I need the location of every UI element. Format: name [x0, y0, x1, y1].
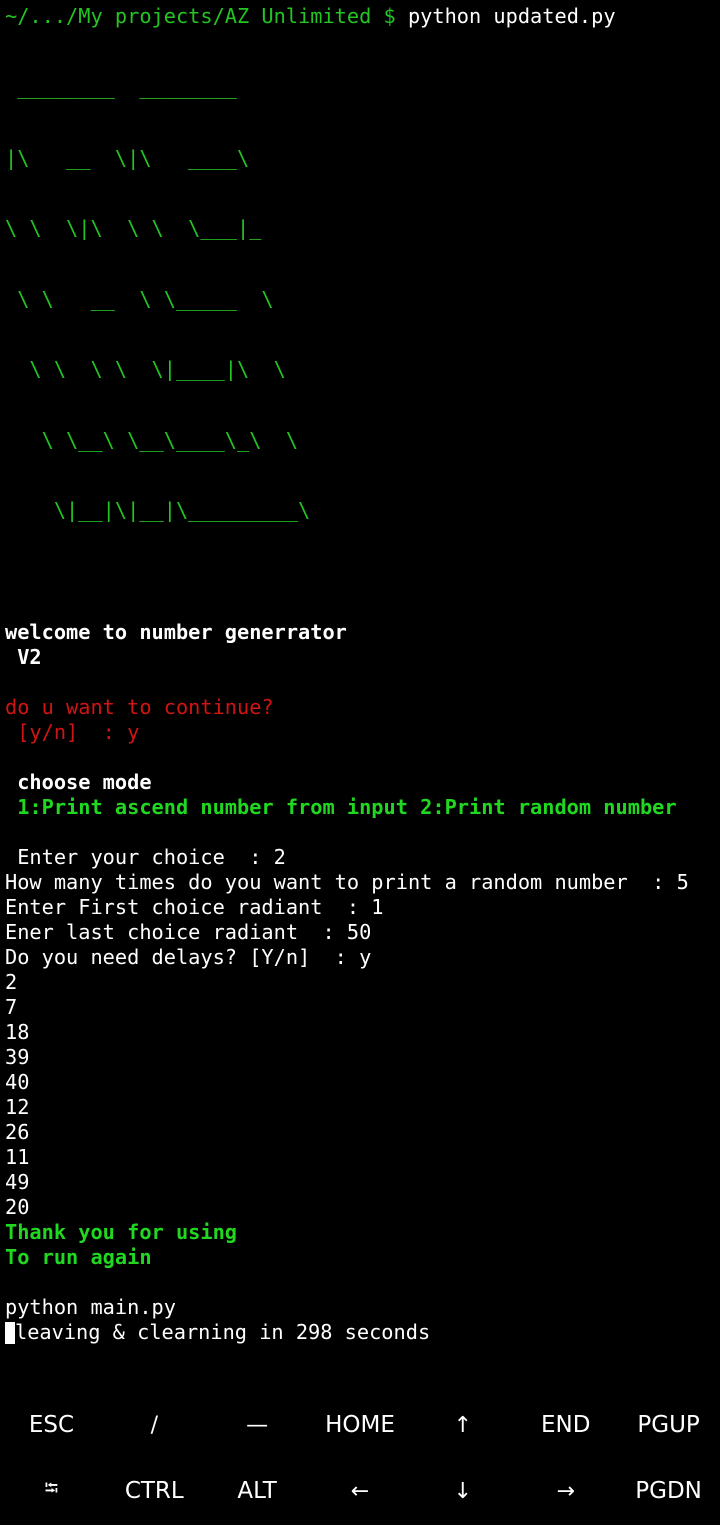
number-line: 20	[5, 1194, 30, 1219]
number-line: 39	[5, 1044, 30, 1069]
end-key[interactable]: END	[514, 1392, 617, 1458]
dash-key[interactable]: —	[206, 1392, 309, 1458]
last-radiant-line: Ener last choice radiant : 50	[5, 919, 372, 944]
countdown-text: leaving & clearning in 298 seconds	[15, 1319, 431, 1344]
home-key[interactable]: HOME	[309, 1392, 412, 1458]
ascii-art-line: \ \ \|\ \ \ \___|_	[5, 216, 262, 240]
how-many-line: How many times do you want to print a ra…	[5, 869, 689, 894]
esc-key[interactable]: ESC	[0, 1392, 103, 1458]
number-output: 2 7 18 39 40 12 26 11 49 20	[5, 970, 717, 1220]
up-arrow-key[interactable]: ↑	[411, 1392, 514, 1458]
terminal-output[interactable]: ~/.../My projects/AZ Unlimited $ python …	[5, 4, 717, 1345]
first-radiant-line: Enter First choice radiant : 1	[5, 894, 384, 919]
number-line: 12	[5, 1094, 30, 1119]
terminal-cursor	[5, 1321, 15, 1344]
version-line: V2	[5, 644, 42, 669]
welcome-line: welcome to number generrator	[5, 619, 347, 644]
down-arrow-key[interactable]: ↓	[411, 1458, 514, 1524]
slash-key[interactable]: /	[103, 1392, 206, 1458]
pgdn-key[interactable]: PGDN	[617, 1458, 720, 1524]
number-line: 2	[5, 969, 18, 994]
number-line: 26	[5, 1119, 30, 1144]
number-line: 40	[5, 1069, 30, 1094]
extra-keys-bar: ESC / — HOME ↑ END PGUP ⭾ CTRL ALT ← ↓ →…	[0, 1392, 720, 1525]
ascii-art-line: |\ __ \|\ ____\	[5, 145, 250, 170]
choose-mode-heading: choose mode	[5, 769, 152, 794]
ascii-art-line: ________ ________	[5, 75, 237, 99]
run-command-line: python main.py	[5, 1294, 176, 1319]
alt-key[interactable]: ALT	[206, 1458, 309, 1524]
tab-key[interactable]: ⭾	[0, 1458, 103, 1524]
delays-line: Do you need delays? [Y/n] : y	[5, 944, 372, 969]
number-line: 49	[5, 1169, 30, 1194]
mode-options: 1:Print ascend number from input 2:Print…	[5, 794, 677, 819]
extra-keys-row-1: ESC / — HOME ↑ END PGUP	[0, 1392, 720, 1458]
ascii-art-line: \|__|\|__|\_________\	[5, 498, 311, 522]
countdown-line: leaving & clearning in 298 seconds	[5, 1320, 717, 1345]
left-arrow-key[interactable]: ←	[309, 1458, 412, 1524]
number-line: 7	[5, 994, 18, 1019]
thanks-line: Thank you for using	[5, 1219, 237, 1244]
number-line: 11	[5, 1144, 30, 1169]
ascii-art-line: \ \ \ \ \|____|\ \	[5, 357, 286, 381]
ascii-art-line: \ \ __ \ \_____ \	[5, 286, 274, 311]
ascii-art-logo: ________ ________ |\ __ \|\ ____\ \ \ \|…	[5, 29, 717, 570]
pgup-key[interactable]: PGUP	[617, 1392, 720, 1458]
prompt-path: ~/.../My projects/AZ Unlimited $	[5, 4, 408, 28]
run-again-line: To run again	[5, 1244, 152, 1269]
number-line: 18	[5, 1019, 30, 1044]
ctrl-key[interactable]: CTRL	[103, 1458, 206, 1524]
prompt-command: python updated.py	[407, 4, 616, 28]
enter-choice-line: Enter your choice : 2	[5, 844, 286, 869]
continue-question: do u want to continue?	[5, 694, 274, 719]
ascii-art-line: \ \__\ \__\____\_\ \	[5, 427, 299, 452]
shell-prompt-line: ~/.../My projects/AZ Unlimited $ python …	[5, 4, 717, 29]
continue-answer: [y/n] : y	[5, 719, 140, 744]
right-arrow-key[interactable]: →	[514, 1458, 617, 1524]
extra-keys-row-2: ⭾ CTRL ALT ← ↓ → PGDN	[0, 1458, 720, 1524]
